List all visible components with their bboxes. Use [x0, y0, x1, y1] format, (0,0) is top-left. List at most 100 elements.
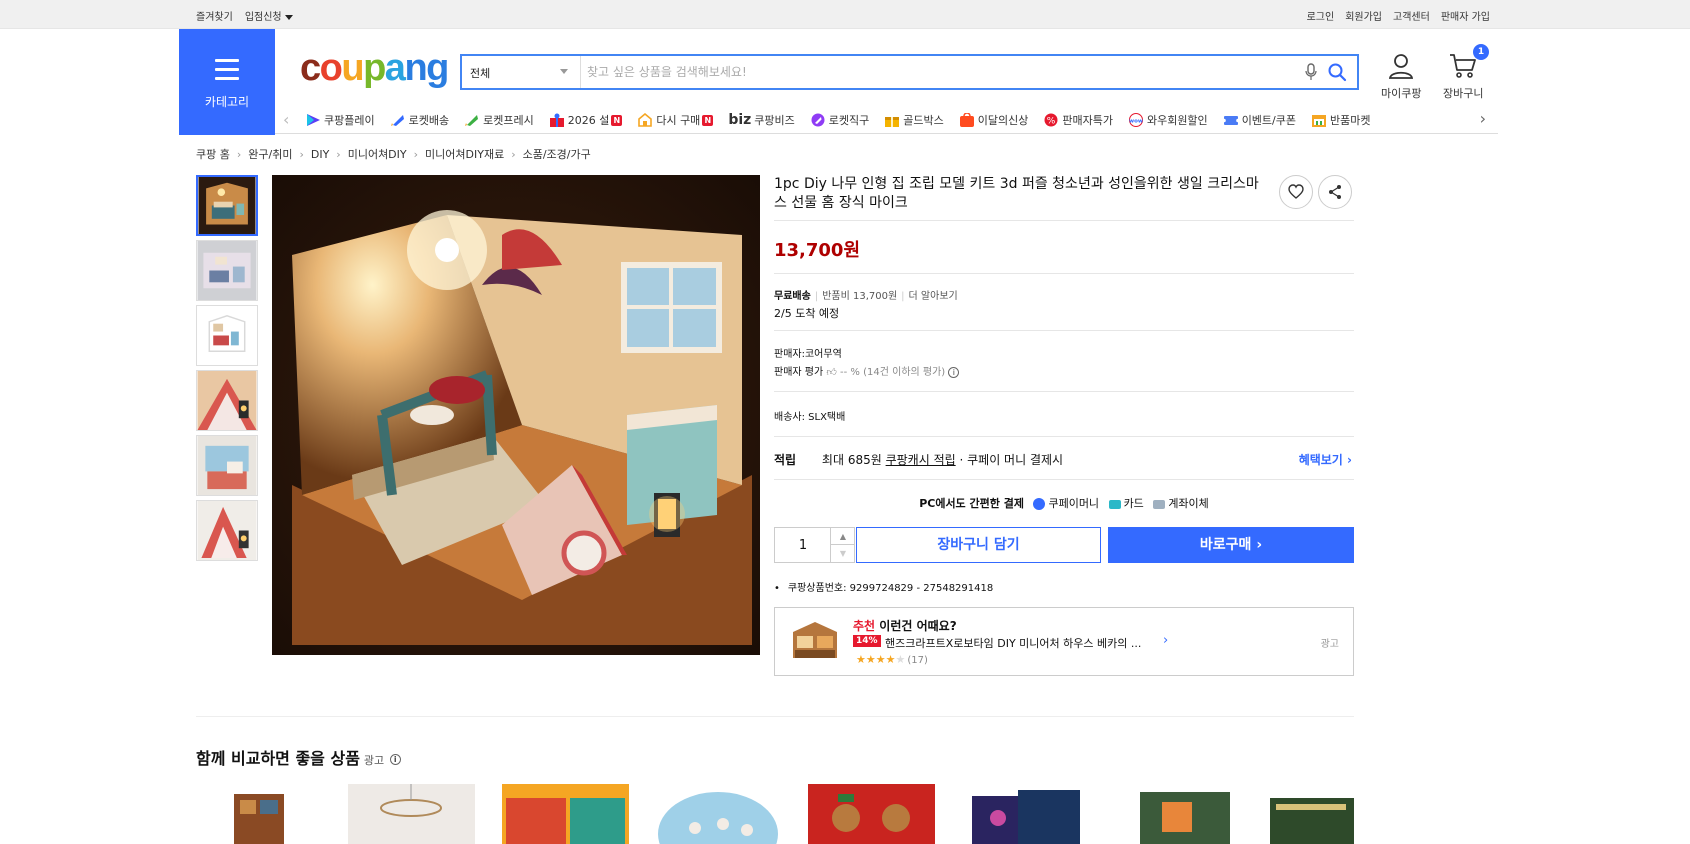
nav-prev-arrow-icon[interactable]: ‹ [283, 110, 289, 129]
cart-button[interactable]: 1 장바구니 [1443, 44, 1489, 101]
thumbnail-1[interactable] [196, 175, 258, 236]
favorite-button[interactable] [1279, 175, 1313, 209]
arrival-date: 2/5 도착 예정 [774, 307, 840, 320]
svg-text:wow: wow [1129, 119, 1143, 125]
caret-down-icon [284, 14, 293, 20]
divider [774, 273, 1354, 274]
divider [774, 436, 1354, 437]
quantity-decrease-icon[interactable]: ▼ [830, 545, 855, 562]
search-category-select[interactable]: 전체 [462, 56, 581, 88]
divider [774, 330, 1354, 331]
nav-item-goldbox[interactable]: 골드박스 [884, 112, 944, 128]
thumbnail-6[interactable] [196, 500, 258, 561]
nav-item-returnmarket[interactable]: 반품마켓 [1311, 112, 1370, 128]
nav-item-repurchase[interactable]: 다시 구매 N [637, 112, 714, 128]
thumbnail-3[interactable] [196, 305, 258, 366]
gift-icon [549, 113, 564, 127]
chevron-right-icon: › [511, 147, 516, 161]
nav-item-seollal[interactable]: 2026 설N [549, 112, 623, 128]
product-price: 13,700원 [774, 240, 861, 261]
category-menu-button[interactable]: 카테고리 [179, 29, 275, 135]
nav-item-wow[interactable]: wow 와우회원할인 [1128, 112, 1208, 128]
recommend-product-image [789, 618, 841, 664]
mycoupang-button[interactable]: 마이쿠팡 [1381, 52, 1421, 101]
nav-item-coupangplay[interactable]: 쿠팡플레이 [305, 112, 375, 128]
thumbnail-5[interactable] [196, 435, 258, 496]
ad-label: 광고 [1320, 639, 1339, 650]
breadcrumb-item[interactable]: 완구/취미 [248, 146, 292, 162]
search-bar: 전체 [460, 54, 1359, 90]
breadcrumb-item[interactable]: 미니어쳐DIY재료 [425, 146, 504, 162]
recommend-card[interactable]: 추천 이런건 어때요? 14% 핸즈크라프트X로보타임 DIY 미니어처 하우스… [774, 607, 1354, 676]
coupang-cash-link[interactable]: 쿠팡캐시 적립 [886, 453, 956, 467]
return-market-icon [1312, 115, 1326, 127]
benefit-link[interactable]: 혜택보기 › [1299, 451, 1352, 468]
new-icon [959, 113, 974, 127]
chevron-right-icon: › [299, 147, 304, 161]
seller-signup-link[interactable]: 판매자 가입 [1441, 8, 1490, 23]
breadcrumb-item[interactable]: 미니어쳐DIY [348, 146, 407, 162]
payment-coupay: 쿠페이머니 [1048, 497, 1100, 510]
nav-next-arrow-icon[interactable]: › [1480, 109, 1486, 128]
compare-product-5[interactable] [808, 784, 935, 844]
compare-product-7[interactable] [1122, 784, 1249, 844]
login-link[interactable]: 로그인 [1307, 8, 1335, 23]
signup-link[interactable]: 회원가입 [1345, 8, 1382, 23]
thumbs-up-icon: 👍︎ [826, 367, 837, 378]
recommend-product-name: 핸즈크라프트X로보타임 DIY 미니어처 하우스 베카의 ... [885, 637, 1142, 650]
category-label: 카테고리 [204, 95, 250, 109]
nav-item-rocketglobal[interactable]: 로켓직구 [810, 112, 869, 128]
thumbnail-2[interactable] [196, 240, 258, 301]
repurchase-icon [638, 113, 653, 127]
main-product-image[interactable] [272, 175, 760, 655]
compare-product-8[interactable] [1268, 784, 1395, 844]
payment-title: PC에서도 간편한 결제 [919, 497, 1024, 510]
compare-product-2[interactable] [348, 784, 475, 844]
microphone-icon[interactable] [1305, 63, 1317, 85]
customer-center-link[interactable]: 고객센터 [1393, 8, 1430, 23]
breadcrumb-item[interactable]: 쿠팡 홈 [196, 146, 230, 162]
new-badge: N [611, 114, 623, 126]
share-button[interactable] [1318, 175, 1352, 209]
search-category-value: 전체 [470, 67, 491, 80]
nav-item-rocket[interactable]: 로켓배송 [390, 112, 449, 128]
coupang-logo[interactable]: coupang [300, 48, 449, 88]
nav-item-newthismonth[interactable]: 이달의신상 [959, 112, 1028, 128]
info-icon[interactable]: i [389, 754, 401, 765]
star-rating: ★★★★★ (17) [856, 653, 928, 666]
seller-name: 판매자:코어무역 [774, 349, 842, 360]
compare-product-4[interactable] [655, 784, 782, 844]
cart-label: 장바구니 [1443, 87, 1484, 100]
nav-item-rocketfresh[interactable]: 로켓프레시 [464, 112, 534, 128]
quantity-increase-icon[interactable]: ▲ [830, 528, 855, 545]
breadcrumb-item[interactable]: 소품/조경/가구 [523, 146, 591, 162]
divider [774, 220, 1354, 221]
search-icon[interactable] [1327, 62, 1347, 86]
free-shipping-label: 무료배송 [774, 291, 811, 302]
buy-now-button[interactable]: 바로구매 › [1108, 527, 1354, 563]
quantity-input[interactable]: 1 [775, 538, 831, 553]
biz-icon: biz [728, 112, 752, 128]
seller-apply-dropdown[interactable]: 입점신청 [245, 8, 293, 23]
divider [774, 479, 1354, 480]
breadcrumb-item[interactable]: DIY [311, 148, 329, 161]
compare-product-1[interactable] [212, 784, 339, 844]
nav-item-coupon[interactable]: 이벤트/쿠폰 [1222, 112, 1296, 128]
heart-icon [1288, 184, 1304, 199]
section-divider [196, 716, 1354, 717]
nav-item-sellerdeal[interactable]: % 판매자특가 [1043, 112, 1113, 128]
more-info-link[interactable]: 더 알아보기 [909, 291, 958, 302]
info-icon[interactable]: i [948, 366, 960, 378]
bookmark-link[interactable]: 즐겨찾기 [196, 8, 233, 23]
add-to-cart-button[interactable]: 장바구니 담기 [856, 527, 1101, 563]
thumbnail-4[interactable] [196, 370, 258, 431]
breadcrumb: 쿠팡 홈 › 완구/취미 › DIY › 미니어쳐DIY › 미니어쳐DIY재료 › 소품… [196, 146, 591, 162]
payment-methods: PC에서도 간편한 결제 쿠페이머니 카드 계좌이체 [774, 495, 1354, 511]
compare-product-6[interactable] [968, 784, 1095, 844]
new-badge: N [702, 114, 714, 126]
compare-product-3[interactable] [502, 784, 629, 844]
wow-icon: wow [1128, 113, 1143, 127]
search-input[interactable] [587, 60, 1287, 84]
nav-item-biz[interactable]: biz 쿠팡비즈 [728, 112, 794, 128]
return-fee: 반품비 13,700원 [822, 291, 898, 302]
